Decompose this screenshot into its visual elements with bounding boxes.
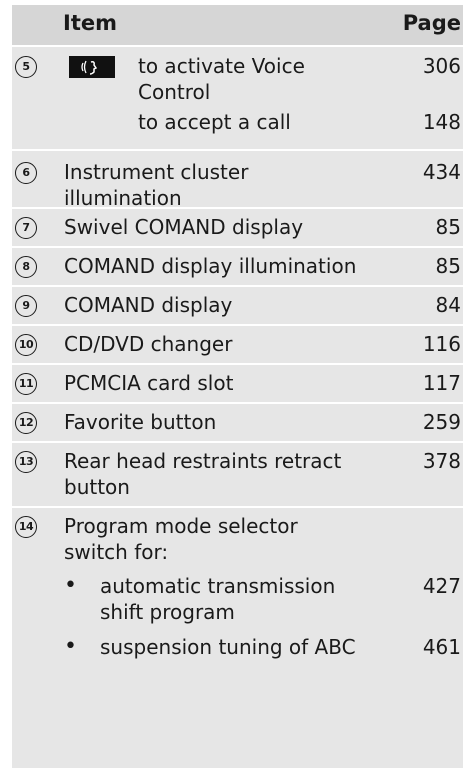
- item-number-badge: 13: [15, 451, 37, 473]
- page-number: 259: [422, 410, 461, 434]
- item-number-badge: 14: [15, 516, 37, 538]
- page-number: 306: [422, 54, 461, 78]
- bullet-description: suspension tuning of ABC: [100, 635, 356, 659]
- item-number-badge: 11: [15, 373, 37, 395]
- row-divider: [12, 402, 463, 404]
- page-column-header: Page: [402, 11, 461, 35]
- item-number-badge: 7: [15, 217, 37, 239]
- item-number-badge: 8: [15, 256, 37, 278]
- row-divider: [12, 506, 463, 508]
- item-description: to accept a call: [138, 110, 291, 134]
- page-number: 84: [435, 293, 461, 317]
- item-description: Program mode selector: [64, 514, 298, 538]
- row-divider: [12, 441, 463, 443]
- row-divider: [12, 285, 463, 287]
- row-divider: [12, 363, 463, 365]
- bullet-description-continued: shift program: [100, 600, 235, 624]
- page-number: 85: [435, 215, 461, 239]
- item-column-header: Item: [63, 11, 117, 35]
- bullet-marker: •: [64, 573, 77, 598]
- item-description-continued: Control: [138, 80, 211, 104]
- item-description: CD/DVD changer: [64, 332, 233, 356]
- page-number: 461: [422, 635, 461, 659]
- bullet-description: automatic transmission: [100, 574, 336, 598]
- row-divider: [12, 149, 463, 151]
- item-description: PCMCIA card slot: [64, 371, 234, 395]
- voice-control-icon: [69, 56, 115, 78]
- reference-table: Item Page 5 to activate Voice Control 30…: [0, 0, 463, 768]
- page-number: 378: [422, 449, 461, 473]
- item-description: to activate Voice: [138, 54, 305, 78]
- item-description-continued: switch for:: [64, 540, 169, 564]
- page-number: 427: [422, 574, 461, 598]
- page-number: 148: [422, 110, 461, 134]
- item-description-continued: button: [64, 475, 130, 499]
- item-description: Instrument cluster: [64, 160, 249, 184]
- item-number-badge: 10: [15, 334, 37, 356]
- item-number-badge: 5: [15, 56, 37, 78]
- page-number: 85: [435, 254, 461, 278]
- table-body: 5 to activate Voice Control 306 to accep…: [12, 47, 463, 768]
- row-divider: [12, 207, 463, 209]
- page-number: 116: [422, 332, 461, 356]
- page-number: 434: [422, 160, 461, 184]
- page-number: 117: [422, 371, 461, 395]
- row-divider: [12, 324, 463, 326]
- row-divider: [12, 246, 463, 248]
- item-description: Favorite button: [64, 410, 217, 434]
- item-number-badge: 9: [15, 295, 37, 317]
- item-number-badge: 12: [15, 412, 37, 434]
- table-header: Item Page: [12, 5, 463, 45]
- item-description: Rear head restraints retract: [64, 449, 342, 473]
- item-description: Swivel COMAND display: [64, 215, 304, 239]
- item-description: COMAND display illumination: [64, 254, 357, 278]
- item-number-badge: 6: [15, 162, 37, 184]
- bullet-marker: •: [64, 634, 77, 659]
- item-description: COMAND display: [64, 293, 233, 317]
